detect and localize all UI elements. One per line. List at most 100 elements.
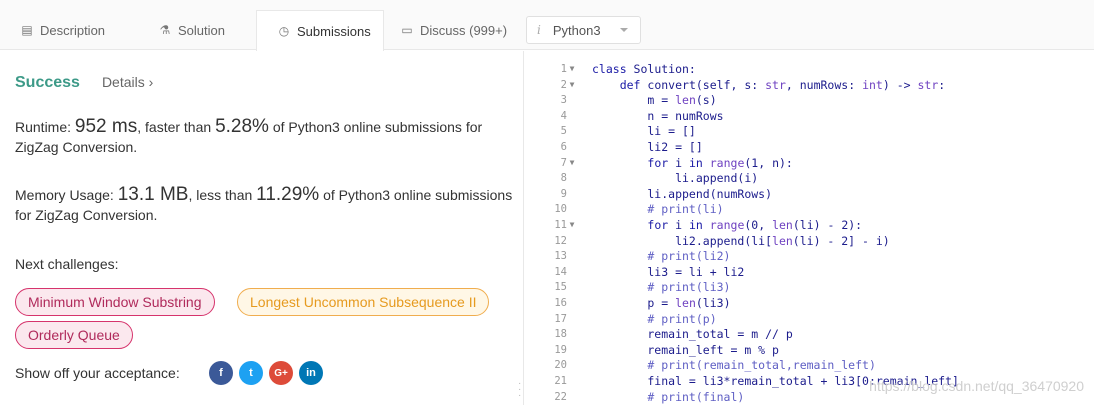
code-text: # print(li) (647, 202, 724, 217)
watermark: https://blog.csdn.net/qq_36470920 (869, 378, 1084, 394)
line-number: 19 (554, 343, 567, 356)
code-line[interactable]: 8 li.append(i) (525, 170, 1094, 186)
tab-label: Submissions (297, 23, 371, 39)
memory-stat: Memory Usage: 13.1 MB, less than 11.29% … (15, 185, 515, 225)
drag-handle-icon: · · · (518, 378, 522, 401)
chevron-down-icon (620, 28, 628, 32)
code-line[interactable]: 13 # print(li2) (525, 248, 1094, 264)
details-link[interactable]: Details › (102, 74, 153, 90)
chat-icon: ▭ (401, 23, 413, 37)
runtime-percent: 5.28% (215, 116, 269, 137)
line-number: 21 (554, 375, 567, 387)
code-text: class Solution: (592, 62, 696, 76)
code-text: for i in range(1, n): (647, 155, 793, 170)
line-number: 20 (554, 359, 567, 372)
code-line[interactable]: 5 li = [] (525, 123, 1094, 139)
line-number: 16 (554, 297, 567, 309)
code-text: for i in range(0, len(li) - 2): (647, 218, 863, 232)
code-text: # print(p) (647, 311, 717, 326)
line-number: 1 (560, 63, 567, 75)
code-text: n = numRows (592, 108, 724, 123)
language-select[interactable]: i Python3 (526, 16, 641, 44)
tab-discuss[interactable]: ▭ Discuss (999+) (380, 10, 520, 50)
code-text: p = len(li3) (592, 296, 731, 310)
line-number: 9 (560, 187, 567, 200)
code-text: # print(final) (647, 389, 745, 404)
challenge-longest-uncommon-subsequence[interactable]: Longest Uncommon Subsequence II (237, 288, 490, 316)
google-plus-icon[interactable]: G+ (269, 361, 293, 385)
line-number: 18 (554, 328, 567, 341)
clock-icon: ◷ (278, 24, 290, 38)
line-number: 22 (554, 390, 567, 403)
code-text: # print(li2) (647, 249, 731, 264)
code-line[interactable]: 9 li.append(numRows) (525, 186, 1094, 202)
panel-splitter[interactable]: · · · (516, 51, 524, 405)
code-line[interactable]: 16 p = len(li3) (525, 295, 1094, 311)
memory-percent: 11.29% (256, 184, 320, 205)
line-number: 7 (560, 156, 567, 169)
code-text: m = len(s) (592, 93, 717, 108)
line-number: 12 (554, 234, 567, 247)
facebook-icon[interactable]: f (209, 361, 233, 385)
code-line[interactable]: 17 # print(p) (525, 311, 1094, 327)
line-number: 10 (554, 203, 567, 216)
line-number: 15 (554, 281, 567, 294)
status-success: Success (15, 74, 80, 91)
tab-submissions[interactable]: ◷ Submissions (256, 10, 384, 51)
line-number: 2 (560, 78, 567, 91)
fold-arrow-icon[interactable]: ▼ (567, 155, 577, 171)
runtime-label: Runtime: (15, 119, 75, 135)
code-text: li = [] (592, 124, 696, 139)
challenge-orderly-queue[interactable]: Orderly Queue (15, 321, 133, 349)
linkedin-icon[interactable]: in (299, 361, 323, 385)
code-text: # print(li3) (647, 280, 731, 295)
code-line[interactable]: 10 # print(li) (525, 201, 1094, 217)
code-line[interactable]: 15 # print(li3) (525, 279, 1094, 295)
code-line[interactable]: 19 remain_left = m % p (525, 342, 1094, 358)
code-line[interactable]: 14 li3 = li + li2 (525, 264, 1094, 280)
status-row: Success Details › (15, 74, 153, 92)
code-line[interactable]: 20 # print(remain_total,remain_left) (525, 357, 1094, 373)
code-line[interactable]: 4 n = numRows (525, 108, 1094, 124)
code-text: li2 = [] (592, 140, 703, 154)
memory-mid: , less than (188, 187, 257, 203)
tab-solution[interactable]: ⚗ Solution (138, 10, 256, 50)
fold-arrow-icon[interactable]: ▼ (567, 77, 577, 93)
code-text: remain_left = m % p (592, 342, 779, 357)
submission-result-panel: Success Details › Runtime: 952 ms, faste… (0, 51, 516, 405)
code-text: li3 = li + li2 (592, 264, 745, 279)
tab-bar: ▤ Description ⚗ Solution ◷ Submissions ▭… (0, 0, 1094, 51)
language-value: Python3 (552, 22, 601, 38)
code-text: li.append(numRows) (592, 186, 773, 201)
code-line[interactable]: 12 li2.append(li[len(li) - 2] - i) (525, 233, 1094, 249)
line-number: 11 (554, 219, 567, 231)
twitter-icon[interactable]: t (239, 361, 263, 385)
runtime-stat: Runtime: 952 ms, faster than 5.28% of Py… (15, 117, 515, 157)
code-editor[interactable]: 1 ▼ class Solution: 2 ▼ def convert(self, s:… (525, 51, 1094, 405)
line-number: 17 (554, 312, 567, 325)
code-text: def convert(self, s: str, numRows: int) … (619, 77, 946, 92)
tab-label: Discuss (999+) (420, 22, 508, 38)
line-number: 8 (560, 172, 567, 185)
description-icon: ▤ (21, 23, 33, 37)
line-number: 13 (554, 250, 567, 263)
runtime-mid: , faster than (137, 119, 216, 135)
code-line[interactable]: 1 ▼ class Solution: (525, 61, 1094, 77)
code-line[interactable]: 18 remain_total = m // p (525, 326, 1094, 342)
line-number: 4 (560, 109, 567, 122)
challenge-minimum-window-substring[interactable]: Minimum Window Substring (15, 288, 215, 316)
tab-label: Solution (178, 22, 225, 38)
fold-arrow-icon[interactable]: ▼ (567, 61, 577, 77)
code-line[interactable]: 11 ▼ for i in range(0, len(li) - 2): (525, 217, 1094, 233)
memory-label: Memory Usage: (15, 187, 118, 203)
code-line[interactable]: 6 li2 = [] (525, 139, 1094, 155)
line-number: 3 (560, 94, 567, 107)
fold-arrow-icon[interactable]: ▼ (567, 217, 577, 233)
tab-label: Description (40, 22, 106, 38)
runtime-value: 952 ms (74, 116, 138, 137)
tab-description[interactable]: ▤ Description (0, 10, 128, 50)
info-icon: i (537, 23, 541, 37)
code-line[interactable]: 7 ▼ for i in range(1, n): (525, 155, 1094, 171)
code-line[interactable]: 3 m = len(s) (525, 92, 1094, 108)
code-line[interactable]: 2 ▼ def convert(self, s: str, numRows: in… (525, 77, 1094, 93)
